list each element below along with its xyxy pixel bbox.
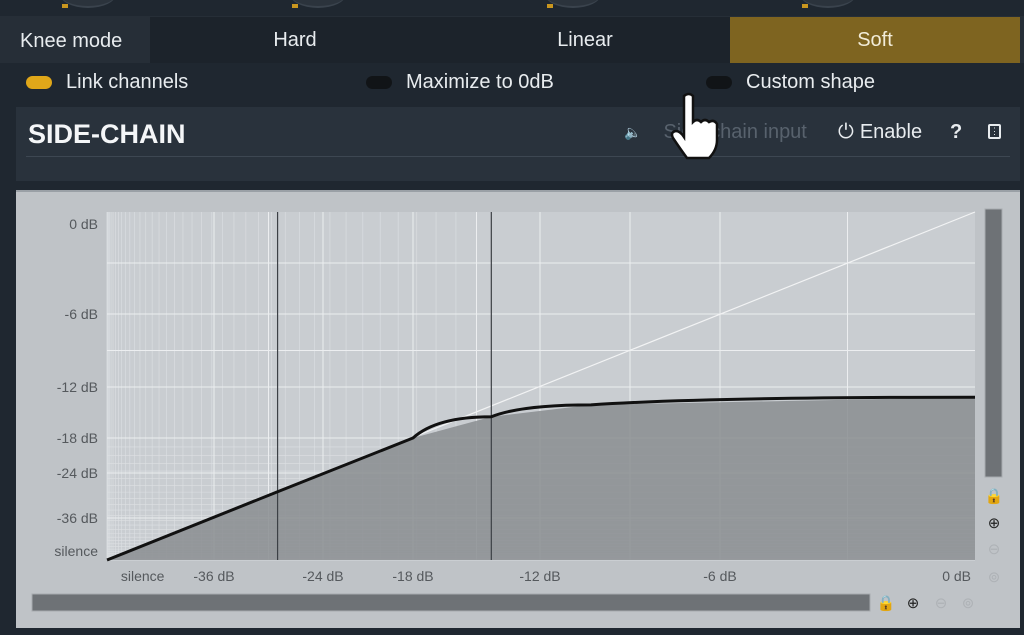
led-on-icon [26,76,52,89]
knob[interactable] [290,0,346,8]
x-tick-label: -18 dB [392,568,433,584]
hand-cursor-icon [670,92,719,160]
y-tick-label: silence [54,543,98,559]
option-label: Link channels [66,71,189,93]
led-off-icon [706,76,732,89]
zoom-reset-icon[interactable]: ⊚ [988,569,1001,586]
knee-mode-row: Knee mode Hard Linear Soft [0,16,1024,63]
y-tick-label: 0 dB [69,216,98,232]
zoom-out-icon[interactable]: ⊖ [988,541,1001,558]
knee-mode-label: Knee mode [20,30,123,52]
x-tick-label: silence [121,568,165,584]
maximize-toggle[interactable]: Maximize to 0dB [366,71,554,94]
custom-shape-toggle[interactable]: Custom shape [706,71,875,94]
vertical-scrollbar[interactable] [984,208,1003,478]
help-button[interactable]: ? [950,121,962,144]
led-off-icon [366,76,392,89]
x-tick-label: -6 dB [703,568,736,584]
zoom-reset-icon[interactable]: ⊚ [962,595,975,612]
link-channels-toggle[interactable]: Link channels [26,71,188,94]
knee-soft-button[interactable]: Soft [730,17,1020,63]
knob[interactable] [545,0,601,8]
speaker-icon: 🔈 [624,124,642,140]
y-tick-label: -24 dB [57,465,98,481]
side-chain-header: SIDE-CHAIN 🔈 Side-chain input ⏻ Enable ? ⋮ [16,107,1020,181]
zoom-out-icon[interactable]: ⊖ [935,595,948,612]
enable-button[interactable]: ⏻ Enable [838,121,922,144]
option-label: Custom shape [746,71,875,93]
y-tick-label: -18 dB [57,430,98,446]
divider [26,156,1010,157]
transfer-curve-chart[interactable]: silence -36 dB -24 dB -18 dB -12 dB -6 dB 0 dB… [16,192,1020,630]
enable-label: Enable [859,121,923,143]
x-tick-label: -24 dB [302,568,343,584]
knee-linear-button[interactable]: Linear [440,17,730,63]
menu-icon[interactable]: ⋮ [988,124,1001,139]
zoom-in-icon[interactable]: ⊕ [907,595,920,612]
transfer-graph-panel: silence -36 dB -24 dB -18 dB -12 dB -6 dB 0 dB… [16,190,1020,628]
horizontal-scrollbar[interactable] [31,593,871,612]
zoom-in-icon[interactable]: ⊕ [988,515,1001,532]
power-icon: ⏻ [838,121,854,143]
lock-icon[interactable]: 🔒 [877,595,896,612]
knob[interactable] [800,0,856,8]
section-title: SIDE-CHAIN [28,119,186,149]
y-tick-label: -6 dB [65,306,98,322]
knob[interactable] [60,0,116,8]
x-tick-label: -12 dB [519,568,560,584]
y-tick-label: -12 dB [57,379,98,395]
x-tick-label: -36 dB [193,568,234,584]
x-tick-label: 0 dB [942,568,971,584]
option-label: Maximize to 0dB [406,71,554,93]
knob-row [0,0,1024,16]
lock-icon[interactable]: 🔒 [985,488,1004,505]
y-tick-label: -36 dB [57,510,98,526]
knee-hard-button[interactable]: Hard [150,17,440,63]
